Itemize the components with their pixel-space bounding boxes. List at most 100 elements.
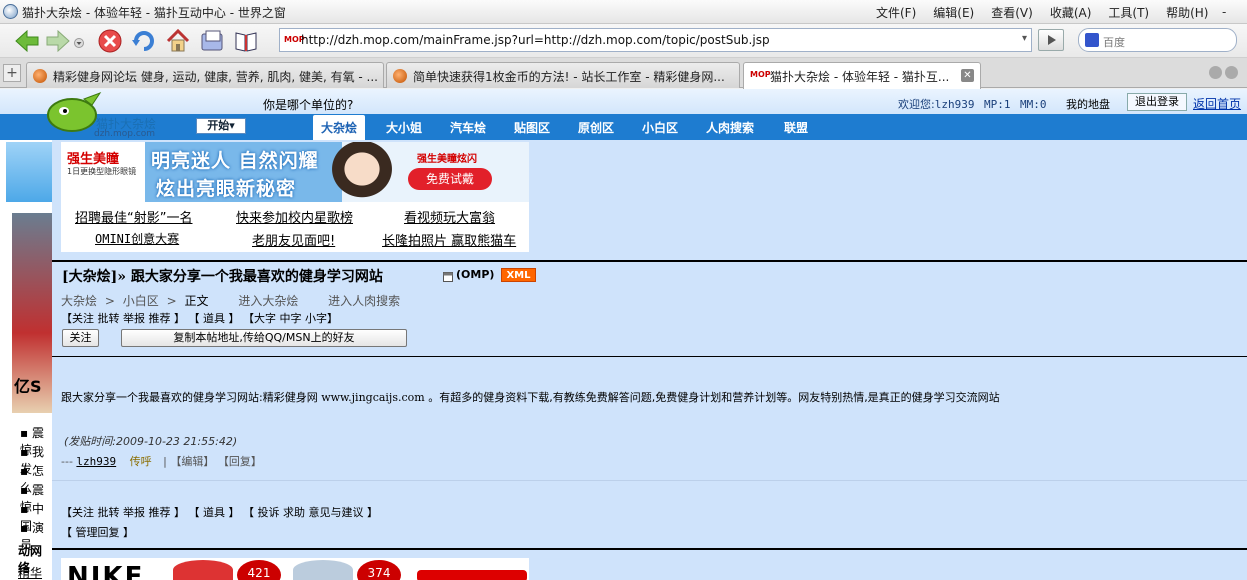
tab-label: 猫扑大杂烩 - 体验年轻 - 猫扑互... <box>770 70 950 84</box>
site-nav-bar: 开始▾ 大杂烩 大小姐 汽车烩 贴图区 原创区 小白区 人肉搜索 联盟 <box>0 114 1247 140</box>
sidebar-photo-image[interactable]: 亿S <box>12 213 52 413</box>
menu-favorites[interactable]: 收藏(A) <box>1050 4 1092 21</box>
enter-renrou-link[interactable]: 进入人肉搜索 <box>328 294 400 308</box>
window-icon[interactable] <box>443 272 453 282</box>
tab-close-icon[interactable]: ✕ <box>961 69 974 82</box>
mm-count: MM:0 <box>1019 98 1047 111</box>
search-box[interactable]: 百度 <box>1078 28 1237 52</box>
sidebar-cartoon-image[interactable] <box>6 142 52 202</box>
ad-slogan-2: 炫出亮眼新秘密 <box>156 178 297 200</box>
nav-daxiaojie[interactable]: 大小姐 <box>386 119 422 136</box>
tab-list-icon[interactable] <box>1209 66 1222 79</box>
logo-url: dzh.mop.com <box>94 129 156 139</box>
address-bar[interactable]: MOP http://dzh.mop.com/mainFrame.jsp?url… <box>279 28 1032 52</box>
ad-red-button[interactable] <box>417 570 527 580</box>
username-link[interactable]: lzh939 <box>935 98 975 111</box>
tab-menu-icon[interactable] <box>1225 66 1238 79</box>
breadcrumb-xiaobaiqu[interactable]: 小白区 <box>123 294 159 308</box>
manage-reply-link[interactable]: 【 管理回复 】 <box>61 524 134 540</box>
breadcrumb-sep: > <box>166 294 177 308</box>
menu-bar: 文件(F) 编辑(E) 查看(V) 收藏(A) 工具(T) 帮助(H) <box>876 4 1225 21</box>
which-unit-link[interactable]: 你是哪个单位的? <box>263 96 353 113</box>
ad-brand: 强生美瞳 <box>67 152 120 167</box>
search-placeholder[interactable]: 百度 <box>1103 34 1125 50</box>
site-icon <box>393 69 407 83</box>
ad-model-image <box>327 142 397 202</box>
reply-link[interactable]: 【回复】 <box>218 455 262 468</box>
minimize-button[interactable]: - <box>1222 5 1226 19</box>
ad-link[interactable]: 招聘最佳“射影”一名 <box>75 207 192 226</box>
mp-count: MP:1 <box>983 98 1011 111</box>
new-tab-button[interactable]: + <box>3 64 21 82</box>
site-header: 你是哪个单位的? 欢迎您:lzh939 MP:1 MM:0 我的地盘 退出登录 … <box>0 89 1247 114</box>
divider <box>52 480 1247 481</box>
ad-link[interactable]: 长隆拍照片 赢取熊猫车 <box>382 230 516 249</box>
forward-dropdown-icon[interactable] <box>74 38 84 48</box>
menu-edit[interactable]: 编辑(E) <box>933 4 974 21</box>
home-icon[interactable] <box>165 28 191 54</box>
nav-yuanchuangqu[interactable]: 原创区 <box>578 119 614 136</box>
start-button[interactable]: 开始▾ <box>196 118 246 134</box>
post-body-text: 。有超多的健身资料下载,有教练免费解答问题,免费健身计划和营养计划等。网友特别热… <box>424 391 1000 404</box>
back-arrow-icon[interactable] <box>14 28 40 54</box>
nav-dazahui[interactable]: 大杂烩 <box>313 115 366 140</box>
shoe-image <box>293 560 353 580</box>
divider <box>52 356 1247 357</box>
nav-qichehui[interactable]: 汽车烩 <box>450 119 486 136</box>
nav-xiaobaiqu[interactable]: 小白区 <box>642 119 678 136</box>
logout-button[interactable]: 退出登录 <box>1127 93 1187 111</box>
my-land-link[interactable]: 我的地盘 <box>1066 98 1110 111</box>
go-button[interactable] <box>1038 29 1064 51</box>
bookmarks-icon[interactable] <box>233 28 259 54</box>
copy-link-button[interactable]: 复制本帖地址,传给QQ/MSN上的好友 <box>121 329 407 347</box>
nav-lianmeng[interactable]: 联盟 <box>784 119 808 136</box>
breadcrumb-dazahui[interactable]: 大杂烩 <box>61 294 97 308</box>
post-tools[interactable]: 【关注 批转 举报 推荐 】 【 道具 】 【大字 中字 小字】 <box>61 310 338 326</box>
forward-arrow-icon[interactable] <box>45 28 71 54</box>
navigation-toolbar: MOP http://dzh.mop.com/mainFrame.jsp?url… <box>0 24 1247 58</box>
history-icon[interactable] <box>199 28 225 54</box>
ad-link[interactable]: 老朋友见面吧! <box>252 230 335 249</box>
ad-slogan-1: 明亮迷人 自然闪耀 <box>151 150 319 172</box>
byline-sep: | <box>163 455 167 468</box>
ad-free-trial-button[interactable]: 免费试戴 <box>408 168 492 190</box>
ad-link[interactable]: 快来参加校内星歌榜 <box>236 207 353 226</box>
author-link[interactable]: lzh939 <box>76 455 116 468</box>
ad-banner-johnson[interactable]: 强生美瞳 1日更换型隐形眼镜 明亮迷人 自然闪耀 炫出亮眼新秘密 强生美瞳炫闪 … <box>61 142 529 202</box>
chuanhu-link[interactable]: 传呼 <box>130 455 152 468</box>
baidu-icon[interactable] <box>1085 33 1099 47</box>
enter-dazahui-link[interactable]: 进入大杂烩 <box>238 294 298 308</box>
ad-link[interactable]: OMINI创意大赛 <box>95 230 179 247</box>
nav-renrousousuo[interactable]: 人肉搜索 <box>706 119 754 136</box>
tab-label: 精彩健身网论坛 健身, 运动, 健康, 营养, 肌肉, 健美, 有氧 - ... <box>53 70 378 84</box>
tab-label: 简单快速获得1枚金币的方法! - 站长工作室 - 精彩健身网... <box>413 70 725 84</box>
divider <box>52 260 1247 262</box>
stop-icon[interactable] <box>97 28 123 54</box>
tab-gold-coin[interactable]: 简单快速获得1枚金币的方法! - 站长工作室 - 精彩健身网... <box>386 62 740 88</box>
window-title: 猫扑大杂烩 - 体验年轻 - 猫扑互动中心 - 世界之窗 <box>22 6 286 20</box>
back-home-link[interactable]: 返回首页 <box>1193 95 1241 112</box>
ad-corner-brand: 强生美瞳炫闪 <box>417 154 477 165</box>
footer-tools[interactable]: 【关注 批转 举报 推荐 】 【 道具 】 【 投诉 求助 意见与建议 】 <box>61 504 378 520</box>
xml-badge[interactable]: XML <box>501 268 536 282</box>
tab-mop-dzh[interactable]: MOP 猫扑大杂烩 - 体验年轻 - 猫扑互... ✕ <box>743 62 981 89</box>
breadcrumb: 大杂烩 > 小白区 > 正文 进入大杂烩 进入人肉搜索 <box>61 292 404 309</box>
menu-file[interactable]: 文件(F) <box>876 4 916 21</box>
url-text[interactable]: http://dzh.mop.com/mainFrame.jsp?url=htt… <box>301 33 770 47</box>
byline-prefix: --- <box>61 455 77 468</box>
follow-button[interactable]: 关注 <box>62 329 99 347</box>
nav-tietuqu[interactable]: 贴图区 <box>514 119 550 136</box>
post-body-url[interactable]: www.jingcaijs.com <box>321 391 425 404</box>
ad-link[interactable]: 看视频玩大富翁 <box>404 207 495 226</box>
sidebar-jinghua-link[interactable]: 精华 <box>18 564 42 580</box>
menu-tools[interactable]: 工具(T) <box>1108 4 1149 21</box>
menu-view[interactable]: 查看(V) <box>991 4 1033 21</box>
ad-banner-nike[interactable]: NIKE 421 374 <box>61 558 529 580</box>
tab-jingcai-forum[interactable]: 精彩健身网论坛 健身, 运动, 健康, 营养, 肌肉, 健美, 有氧 - ... <box>26 62 384 88</box>
ad-links-box: 招聘最佳“射影”一名 快来参加校内星歌榜 看视频玩大富翁 OMINI创意大赛 老… <box>61 202 529 252</box>
url-dropdown-icon[interactable]: ▾ <box>1022 33 1027 44</box>
menu-help[interactable]: 帮助(H) <box>1166 4 1208 21</box>
welcome-bar: 欢迎您:lzh939 MP:1 MM:0 我的地盘 <box>898 96 1110 112</box>
edit-link[interactable]: 【编辑】 <box>170 455 214 468</box>
refresh-icon[interactable] <box>131 28 157 54</box>
